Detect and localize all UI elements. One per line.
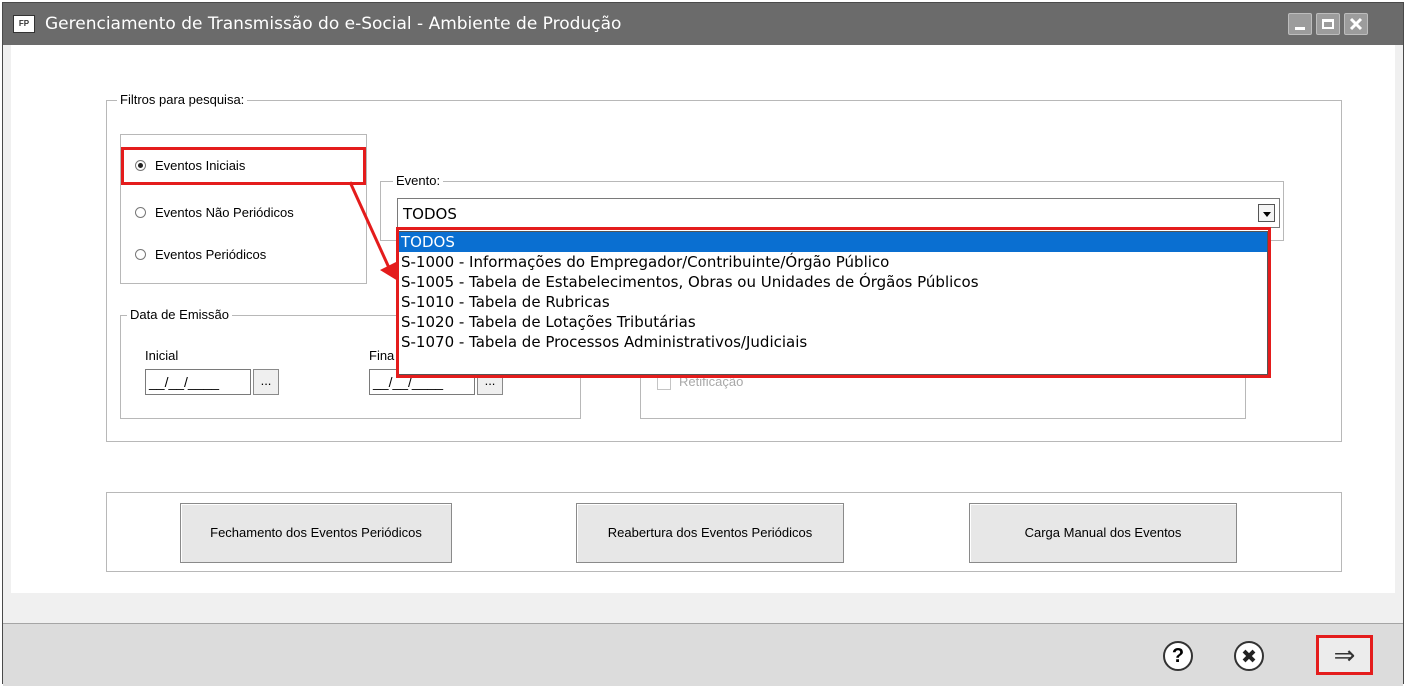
minimize-button[interactable] — [1288, 13, 1312, 35]
radio-eventos-nao-periodicos[interactable]: Eventos Não Periódicos — [135, 203, 294, 221]
reabertura-eventos-periodicos-button[interactable]: Reabertura dos Eventos Periódicos — [576, 503, 844, 563]
minimize-icon — [1295, 27, 1305, 30]
evento-selected-value: TODOS — [403, 205, 457, 223]
fechamento-eventos-periodicos-button[interactable]: Fechamento dos Eventos Periódicos — [180, 503, 452, 563]
close-window-button[interactable] — [1344, 13, 1368, 35]
app-icon: FP — [13, 15, 35, 33]
inicial-label: Inicial — [145, 348, 179, 363]
carga-manual-eventos-button[interactable]: Carga Manual dos Eventos — [969, 503, 1237, 563]
title-bar[interactable]: FP Gerenciamento de Transmissão do e-Soc… — [3, 3, 1403, 45]
radio-unselected-icon — [135, 248, 146, 260]
evento-combobox[interactable]: TODOS — [397, 198, 1280, 228]
window-title: Gerenciamento de Transmissão do e-Social… — [45, 14, 622, 34]
maximize-button[interactable] — [1316, 13, 1340, 35]
radio-unselected-icon — [135, 206, 146, 218]
inicial-date-picker-button[interactable]: ... — [253, 369, 279, 395]
radio-label: Eventos Não Periódicos — [155, 204, 294, 220]
filters-legend: Filtros para pesquisa: — [117, 92, 248, 107]
evento-legend: Evento: — [393, 173, 444, 188]
chevron-down-icon[interactable] — [1258, 204, 1275, 222]
inicial-date-input[interactable]: __/__/____ — [145, 369, 251, 395]
highlight-dropdown-list — [396, 227, 1271, 378]
highlight-eventos-iniciais — [121, 147, 366, 185]
close-icon — [1349, 17, 1363, 31]
bottom-toolbar: ? ⇒ — [3, 623, 1403, 686]
retificacao-checkbox[interactable] — [657, 376, 671, 390]
cancel-icon[interactable] — [1234, 641, 1264, 671]
next-arrow-button[interactable]: ⇒ — [1316, 635, 1373, 675]
help-icon[interactable]: ? — [1163, 641, 1193, 671]
final-label: Fina — [369, 348, 395, 363]
maximize-icon — [1322, 19, 1334, 29]
radio-label: Eventos Periódicos — [155, 246, 267, 262]
radio-eventos-periodicos[interactable]: Eventos Periódicos — [135, 245, 266, 263]
data-emissao-legend: Data de Emissão — [127, 307, 232, 322]
actions-group: Fechamento dos Eventos Periódicos Reaber… — [106, 492, 1342, 572]
